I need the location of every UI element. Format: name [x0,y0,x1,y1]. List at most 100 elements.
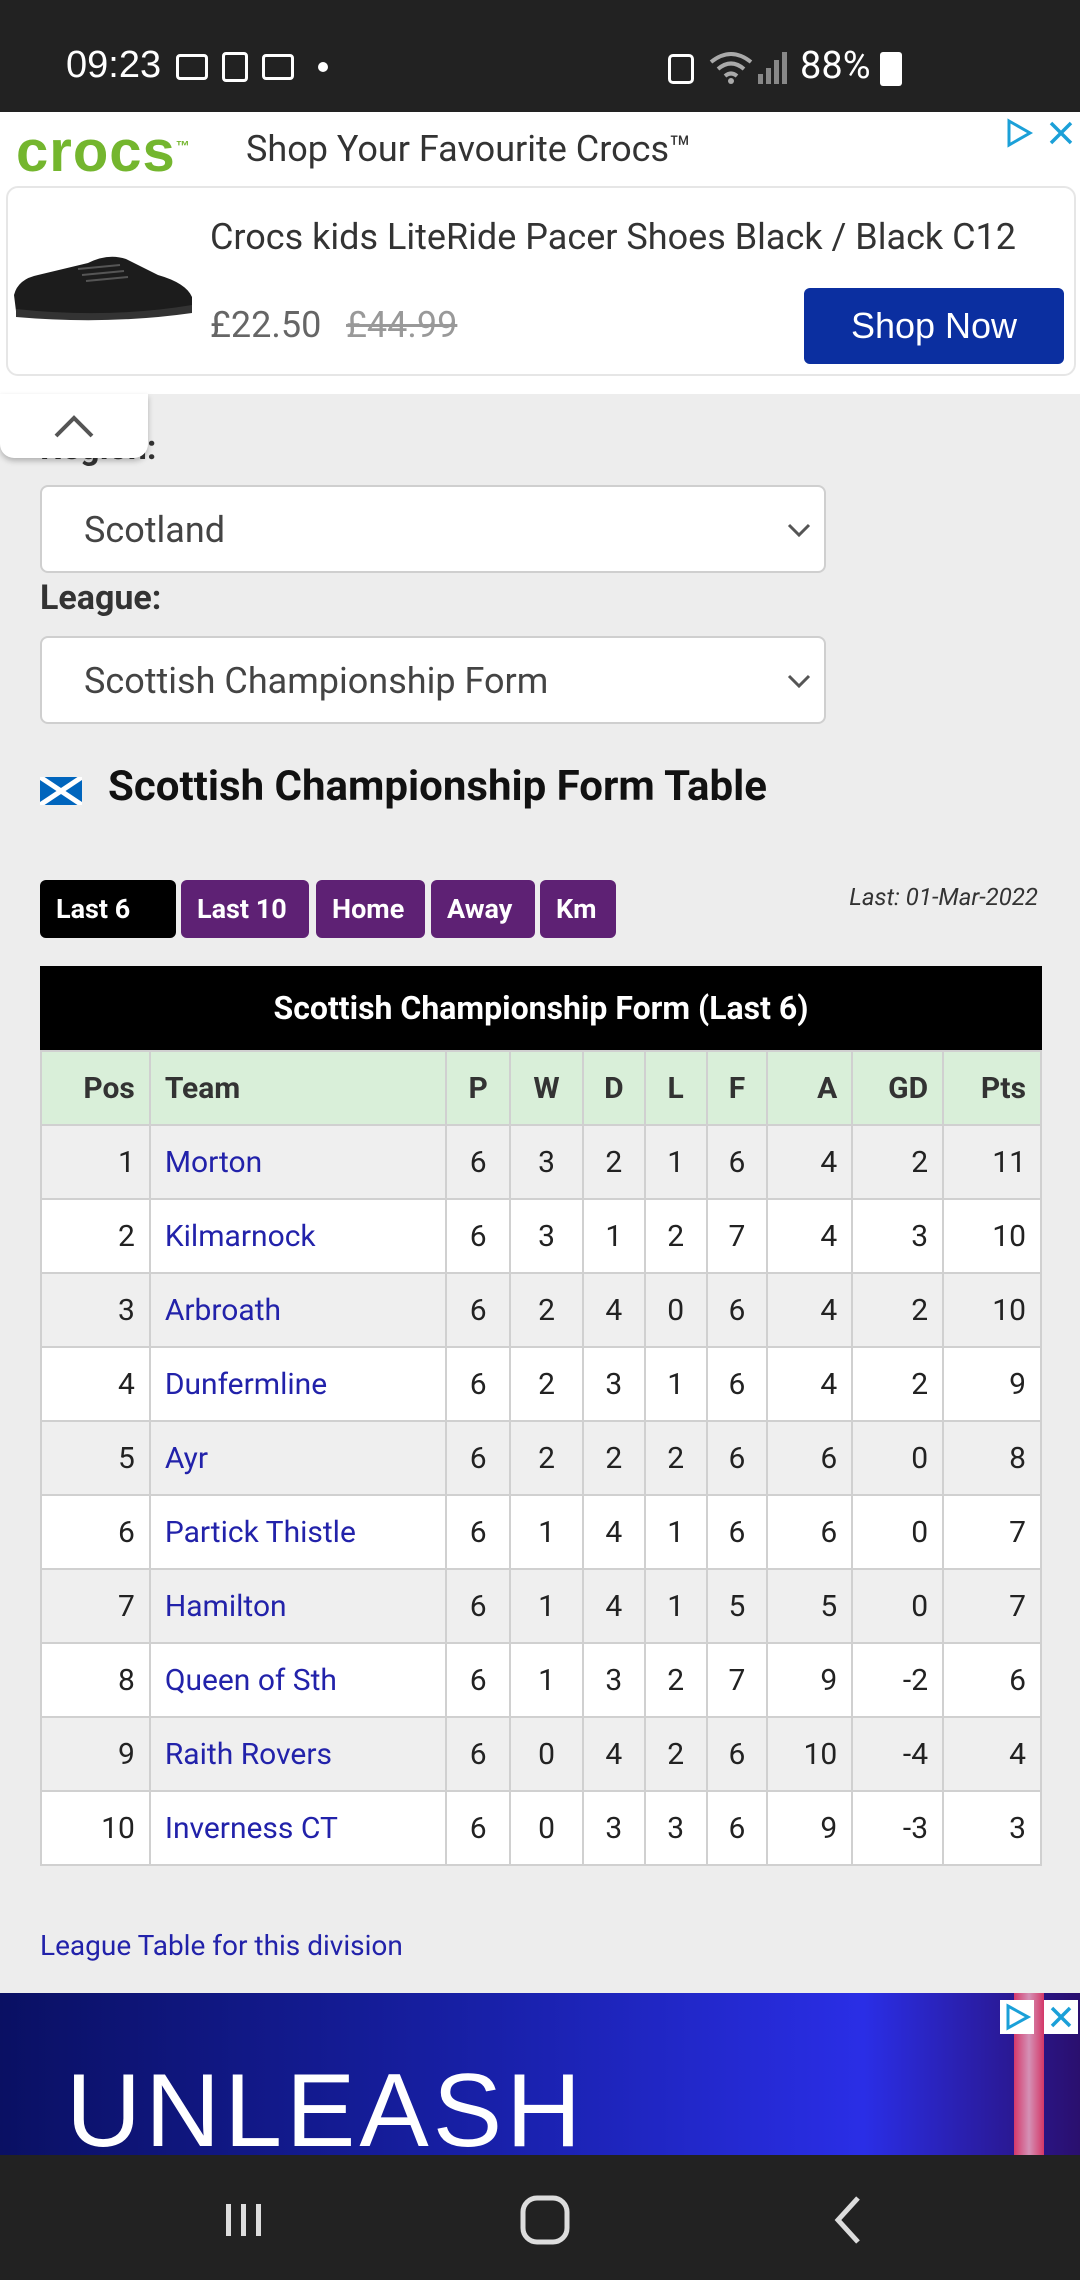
cell-lost: 2 [643,1716,708,1792]
cell-played: 6 [445,1494,512,1570]
team-link[interactable]: Morton [165,1145,262,1180]
cell-points: 9 [942,1346,1042,1422]
cell-won: 2 [509,1420,584,1496]
ad-choices-icon[interactable] [1000,2000,1034,2034]
ad-close-icon[interactable] [1044,2000,1078,2034]
cell-won: 1 [509,1494,584,1570]
cell-points: 7 [942,1568,1042,1644]
col-header-l[interactable]: L [643,1050,708,1126]
cell-for: 6 [705,1272,769,1348]
cell-pos: 7 [40,1568,151,1644]
cell-lost: 2 [643,1198,708,1274]
ad-price: £22.50 [210,304,322,346]
shoe-image[interactable] [8,235,196,327]
team-link[interactable]: Arbroath [165,1293,281,1328]
cell-for: 6 [705,1716,769,1792]
shop-now-button[interactable]: Shop Now [804,288,1064,364]
col-header-f[interactable]: F [705,1050,769,1126]
tab-home[interactable]: Home [316,880,425,938]
cell-won: 0 [509,1716,584,1792]
tab-last-10[interactable]: Last 10 [181,880,309,938]
region-select[interactable]: Scotland [40,485,826,573]
team-link[interactable]: Dunfermline [165,1367,327,1402]
cell-team: Raith Rovers [148,1716,448,1792]
cell-pos: 3 [40,1272,151,1348]
cell-played: 6 [445,1346,512,1422]
ad-close-icon[interactable] [1046,118,1076,148]
col-header-gd[interactable]: GD [851,1050,945,1126]
cell-points: 7 [942,1494,1042,1570]
team-link[interactable]: Hamilton [165,1589,287,1624]
cell-lost: 3 [643,1790,708,1866]
cell-drawn: 2 [581,1124,646,1200]
col-header-a[interactable]: A [766,1050,854,1126]
cell-points: 8 [942,1420,1042,1496]
cell-won: 2 [509,1346,584,1422]
cell-points: 10 [942,1198,1042,1274]
team-link[interactable]: Kilmarnock [165,1219,316,1254]
col-header-d[interactable]: D [581,1050,646,1126]
team-link[interactable]: Inverness CT [165,1811,338,1846]
ad-headline[interactable]: Shop Your Favourite Crocs™ [246,128,692,170]
col-header-p[interactable]: P [445,1050,512,1126]
cell-drawn: 3 [581,1790,646,1866]
cell-for: 6 [705,1346,769,1422]
battery-saver-icon [668,54,694,84]
col-header-w[interactable]: W [509,1050,584,1126]
league-table-link[interactable]: League Table for this division [40,1929,403,1962]
table-row: 7 Hamilton 6 1 4 1 5 5 0 7 [40,1568,1042,1644]
ad-choices-icon[interactable] [1004,118,1034,148]
chevron-up-icon [54,415,94,438]
cell-goal-diff: 2 [851,1272,945,1348]
signal-icon [758,52,787,84]
cell-lost: 2 [643,1420,708,1496]
back-icon[interactable] [820,2190,880,2250]
cell-points: 4 [942,1716,1042,1792]
col-header-pts[interactable]: Pts [942,1050,1042,1126]
team-link[interactable]: Raith Rovers [165,1737,332,1772]
cell-goal-diff: 0 [851,1568,945,1644]
col-header-pos[interactable]: Pos [40,1050,151,1126]
cell-points: 3 [942,1790,1042,1866]
home-icon[interactable] [515,2190,575,2250]
table-row: 8 Queen of Sth 6 1 3 2 7 9 -2 6 [40,1642,1042,1718]
league-select[interactable]: Scottish Championship Form [40,636,826,724]
ad-bottom-text[interactable]: UNLEASH [66,2052,585,2171]
collapse-ad-tab[interactable] [0,394,148,458]
cell-against: 4 [766,1124,854,1200]
cell-played: 6 [445,1790,512,1866]
battery-percent: 88% [800,44,871,88]
cell-against: 4 [766,1346,854,1422]
cell-team: Hamilton [148,1568,448,1644]
battery-icon [880,52,902,86]
team-link[interactable]: Ayr [165,1441,208,1476]
team-link[interactable]: Queen of Sth [165,1663,337,1698]
mail-icon [262,54,294,80]
cell-against: 6 [766,1420,854,1496]
tab-km[interactable]: Km [540,880,616,938]
cell-team: Morton [148,1124,448,1200]
cell-lost: 1 [643,1568,708,1644]
cell-goal-diff: 0 [851,1420,945,1496]
more-dot-icon [318,62,328,72]
status-bar: 09:23 88% [0,0,1080,112]
cell-won: 1 [509,1568,584,1644]
cell-against: 4 [766,1198,854,1274]
table-row: 2 Kilmarnock 6 3 1 2 7 4 3 10 [40,1198,1042,1274]
team-link[interactable]: Partick Thistle [165,1515,356,1550]
ad-product-name[interactable]: Crocs kids LiteRide Pacer Shoes Black / … [210,216,1016,258]
cell-goal-diff: 2 [851,1346,945,1422]
table-row: 6 Partick Thistle 6 1 4 1 6 6 0 7 [40,1494,1042,1570]
cell-team: Arbroath [148,1272,448,1348]
cell-for: 6 [705,1124,769,1200]
cell-for: 7 [705,1198,769,1274]
cell-pos: 5 [40,1420,151,1496]
league-select-value: Scottish Championship Form [84,660,549,702]
col-header-team[interactable]: Team [148,1050,448,1126]
table-row: 4 Dunfermline 6 2 3 1 6 4 2 9 [40,1346,1042,1422]
tab-last-6[interactable]: Last 6 [40,880,176,938]
tab-away[interactable]: Away [431,880,535,938]
cell-against: 10 [766,1716,854,1792]
recent-apps-icon[interactable] [214,2190,274,2250]
table-row: 9 Raith Rovers 6 0 4 2 6 10 -4 4 [40,1716,1042,1792]
